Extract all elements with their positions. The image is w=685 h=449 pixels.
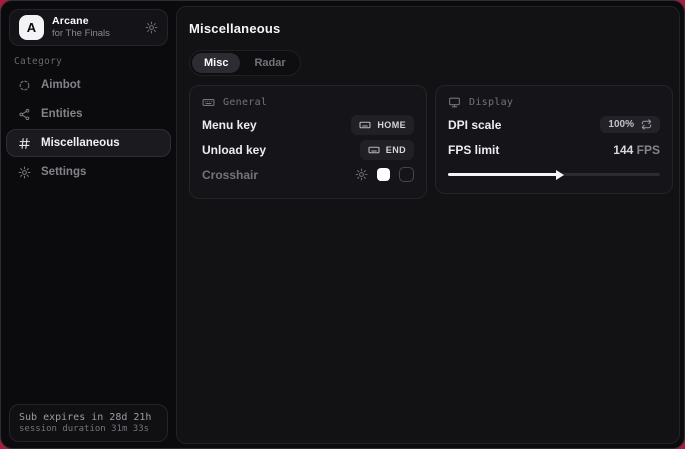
page-title: Miscellaneous [189, 21, 280, 36]
category-label: Category [14, 56, 62, 67]
fps-number: 144 [613, 143, 633, 157]
crosshair-icon [18, 79, 31, 92]
menu-key-label: Menu key [202, 118, 257, 132]
gear-icon[interactable] [145, 21, 158, 34]
dpi-scale-button[interactable]: 100% [600, 116, 660, 133]
tab-bar: Misc Radar [189, 50, 301, 76]
app-meta: Arcane for The Finals [52, 15, 110, 40]
fps-limit-value: 144 FPS [613, 143, 660, 157]
refresh-icon [641, 119, 652, 130]
dpi-scale-value: 100% [608, 119, 634, 130]
display-panel-header: Display [448, 96, 660, 109]
menu-key-row: Menu key HOME [202, 113, 414, 136]
unload-key-label: Unload key [202, 143, 266, 157]
fps-limit-row: FPS limit 144 FPS [448, 138, 660, 161]
fps-slider[interactable] [448, 167, 660, 181]
sidebar: A Arcane for The Finals Category [1, 1, 176, 448]
crosshair-color-swatch[interactable] [377, 168, 390, 181]
general-panel: General Menu key HOME Unload key [189, 85, 427, 199]
grid-icon [18, 137, 31, 150]
sidebar-item-entities[interactable]: Entities [6, 100, 171, 128]
crosshair-label: Crosshair [202, 168, 258, 182]
dpi-scale-label: DPI scale [448, 118, 501, 132]
app-logo: A [19, 15, 44, 40]
unload-key-button[interactable]: END [360, 140, 414, 160]
app-window: A Arcane for The Finals Category [0, 0, 685, 449]
general-panel-title: General [223, 97, 267, 108]
unload-key-value: END [386, 145, 406, 155]
fps-limit-label: FPS limit [448, 143, 499, 157]
sub-expires-text: Sub expires in 28d 21h [19, 412, 158, 423]
sidebar-item-label: Aimbot [41, 79, 81, 91]
general-panel-header: General [202, 96, 414, 109]
settings-panels: General Menu key HOME Unload key [189, 85, 673, 199]
dpi-scale-row: DPI scale 100% [448, 113, 660, 136]
sidebar-item-label: Entities [41, 108, 83, 120]
fps-unit: FPS [633, 143, 660, 157]
sidebar-item-settings[interactable]: Settings [6, 158, 171, 186]
sidebar-nav: Aimbot Entities Miscellaneous [6, 71, 171, 187]
tab-radar[interactable]: Radar [242, 53, 297, 73]
sidebar-item-label: Miscellaneous [41, 137, 120, 149]
keyboard-icon [359, 119, 371, 131]
fps-slider-thumb[interactable] [556, 170, 564, 180]
entities-icon [18, 108, 31, 121]
menu-key-value: HOME [377, 120, 406, 130]
app-header-card: A Arcane for The Finals [9, 9, 168, 46]
display-panel: Display DPI scale 100% [435, 85, 673, 194]
sidebar-item-aimbot[interactable]: Aimbot [6, 71, 171, 99]
crosshair-controls [355, 167, 414, 182]
keyboard-icon [202, 96, 215, 109]
app-subtitle: for The Finals [52, 28, 110, 40]
tab-misc[interactable]: Misc [192, 53, 240, 73]
sidebar-item-miscellaneous[interactable]: Miscellaneous [6, 129, 171, 157]
subscription-card: Sub expires in 28d 21h session duration … [9, 404, 168, 442]
gear-icon [18, 166, 31, 179]
monitor-icon [448, 96, 461, 109]
crosshair-settings-gear-icon[interactable] [355, 168, 368, 181]
crosshair-checkbox[interactable] [399, 167, 414, 182]
fps-slider-fill [448, 173, 558, 176]
menu-key-button[interactable]: HOME [351, 115, 414, 135]
keyboard-icon [368, 144, 380, 156]
display-panel-title: Display [469, 97, 513, 108]
sidebar-item-label: Settings [41, 166, 86, 178]
app-name: Arcane [52, 15, 110, 28]
session-duration-text: session duration 31m 33s [19, 424, 158, 434]
main-panel: Miscellaneous Misc Radar General [176, 6, 680, 444]
unload-key-row: Unload key END [202, 138, 414, 161]
crosshair-row: Crosshair [202, 163, 414, 186]
